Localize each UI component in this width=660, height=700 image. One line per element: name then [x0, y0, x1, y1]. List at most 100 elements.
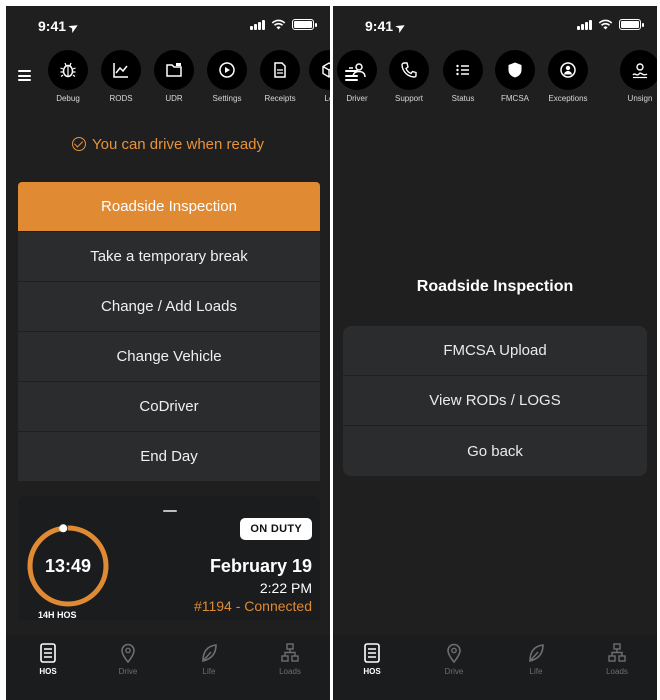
toolbar-label: Exceptions	[548, 94, 588, 103]
hos-icon	[364, 643, 380, 663]
toolbar-item-rods[interactable]: RODS	[96, 50, 146, 103]
tab-label: Life	[529, 667, 543, 676]
check-circle-icon	[71, 137, 86, 151]
view-rods-logs-button[interactable]: View RODs / LOGS	[343, 376, 647, 426]
folder-icon	[166, 63, 182, 77]
list-icon	[456, 64, 469, 76]
change-add-loads-button[interactable]: Change / Add Loads	[18, 282, 320, 332]
signature-icon	[632, 63, 648, 79]
tab-label: Drive	[444, 667, 464, 676]
status-time-text: 9:41	[38, 18, 67, 34]
left-phone-screen: 9:41➤ Debug RODS UDR Settings Receipts L…	[6, 6, 330, 700]
tab-label: Loads	[606, 667, 628, 676]
receipt-icon	[274, 62, 286, 78]
fmcsa-upload-button[interactable]: FMCSA Upload	[343, 326, 647, 376]
location-arrow-icon: ➤	[66, 20, 81, 36]
tab-loads[interactable]: Loads	[270, 642, 310, 676]
loads-icon	[281, 643, 299, 662]
leaf-icon	[529, 644, 544, 663]
top-toolbar: Driver Support Status FMCSA Exceptions U…	[333, 50, 657, 110]
duty-status-badge[interactable]: ON DUTY	[240, 518, 312, 540]
tab-life[interactable]: Life	[516, 642, 556, 676]
shield-icon	[508, 62, 522, 78]
leaf-icon	[202, 644, 217, 663]
toolbar-label: Driver	[346, 94, 368, 103]
settings-icon	[219, 62, 235, 78]
location-pin-icon	[121, 643, 135, 664]
hos-label: 14H HOS	[38, 610, 77, 620]
toolbar-label: Receipts	[264, 94, 296, 103]
drive-ready-text: You can drive when ready	[91, 136, 265, 153]
bug-icon	[60, 62, 76, 78]
toolbar-item-status[interactable]: Status	[438, 50, 488, 103]
tab-drive[interactable]: Drive	[108, 642, 148, 676]
codriver-button[interactable]: CoDriver	[18, 382, 320, 432]
signal-icon	[250, 19, 265, 30]
loads-icon	[608, 643, 626, 662]
tab-hos[interactable]: HOS	[28, 642, 68, 676]
drive-ready-status: You can drive when ready	[6, 136, 330, 153]
tab-drive[interactable]: Drive	[434, 642, 474, 676]
toolbar-item-unsign[interactable]: Unsign	[615, 50, 657, 103]
roadside-inspection-menu: FMCSA Upload View RODs / LOGS Go back	[343, 326, 647, 476]
tab-hos[interactable]: HOS	[352, 642, 392, 676]
toolbar-label: Debug	[56, 94, 80, 103]
toolbar-label: Status	[451, 94, 475, 103]
tab-label: HOS	[363, 667, 381, 676]
temporary-break-button[interactable]: Take a temporary break	[18, 232, 320, 282]
hos-remaining-time: 13:49	[44, 556, 92, 576]
bottom-tab-bar: HOS Drive Life Loads	[333, 634, 657, 700]
tab-life[interactable]: Life	[189, 642, 229, 676]
toolbar-label: Support	[394, 94, 424, 103]
toolbar-label: RODS	[109, 94, 133, 103]
tab-loads[interactable]: Loads	[597, 642, 637, 676]
hos-status-card[interactable]: 13:49 14H HOS ON DUTY February 19 2:22 P…	[18, 496, 320, 620]
location-pin-icon	[447, 643, 461, 664]
change-vehicle-button[interactable]: Change Vehicle	[18, 332, 320, 382]
wifi-icon	[598, 19, 613, 30]
wifi-icon	[271, 19, 286, 30]
toolbar-label: Lo	[324, 94, 330, 103]
go-back-button[interactable]: Go back	[343, 426, 647, 476]
toolbar-item-udr[interactable]: UDR	[149, 50, 199, 103]
status-time: 9:41➤	[365, 18, 408, 36]
battery-icon	[292, 19, 317, 30]
tab-label: Drive	[118, 667, 138, 676]
tab-label: Life	[202, 667, 216, 676]
exceptions-icon	[560, 62, 576, 78]
menu-icon[interactable]	[345, 70, 358, 81]
toolbar-item-exceptions[interactable]: Exceptions	[543, 50, 593, 103]
hos-icon	[40, 643, 56, 663]
toolbar-label: Settings	[212, 94, 242, 103]
roadside-inspection-button[interactable]: Roadside Inspection	[18, 182, 320, 232]
tab-label: HOS	[39, 667, 57, 676]
toolbar-label: Unsign	[627, 94, 653, 103]
hos-clock-ring: 13:49	[26, 524, 110, 608]
status-bar: 9:41➤	[6, 6, 330, 44]
bottom-tab-bar: HOS Drive Life Loads	[6, 634, 330, 700]
toolbar-item-receipts[interactable]: Receipts	[255, 50, 305, 103]
right-phone-screen: 9:41➤ Driver Support Status FMCSA Except…	[333, 6, 657, 700]
end-day-button[interactable]: End Day	[18, 432, 320, 482]
toolbar-label: FMCSA	[501, 94, 529, 103]
toolbar-item-support[interactable]: Support	[384, 50, 434, 103]
status-date: February 19	[209, 556, 312, 576]
status-time-text: 9:41	[365, 18, 394, 34]
status-time-of-day: 2:22 PM	[259, 580, 312, 596]
top-toolbar: Debug RODS UDR Settings Receipts Lo	[6, 50, 330, 110]
menu-icon[interactable]	[18, 70, 31, 81]
tab-label: Loads	[279, 667, 301, 676]
toolbar-label: UDR	[165, 94, 183, 103]
modal-title: Roadside Inspection	[416, 278, 574, 295]
toolbar-item-debug[interactable]: Debug	[43, 50, 93, 103]
chart-icon	[113, 63, 128, 78]
location-arrow-icon: ➤	[393, 20, 408, 36]
toolbar-item-fmcsa[interactable]: FMCSA	[490, 50, 540, 103]
toolbar-item-settings[interactable]: Settings	[202, 50, 252, 103]
connection-status: #1194 - Connected	[193, 598, 312, 614]
toolbar-item-loads-partial[interactable]: Lo	[304, 50, 330, 103]
action-menu: Roadside Inspection Take a temporary bre…	[18, 182, 320, 482]
sheet-grabber[interactable]	[163, 510, 177, 512]
status-time: 9:41➤	[38, 18, 81, 36]
cube-icon	[322, 62, 330, 78]
